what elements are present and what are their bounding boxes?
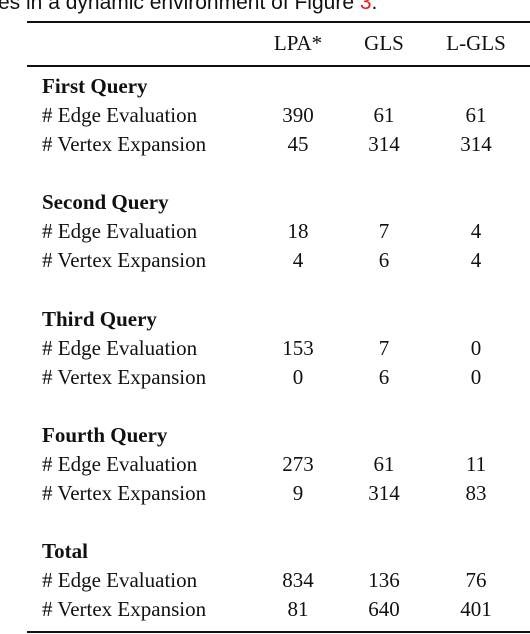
cell-lpa-star: 0 xyxy=(292,365,304,389)
table-caption: es in a dynamic environment of Figure 3. xyxy=(0,0,377,15)
row-label: # Vertex Expansion xyxy=(42,597,207,621)
row-label: # Edge Evaluation xyxy=(42,103,198,127)
cell-l-gls: 61 xyxy=(465,103,487,127)
table-header-rule xyxy=(27,65,530,67)
row-label: # Edge Evaluation xyxy=(42,568,198,592)
table-row: # Edge Evaluation 153 7 0 xyxy=(0,334,530,363)
cell-gls: 61 xyxy=(373,452,395,476)
cell-l-gls: 0 xyxy=(470,336,482,360)
cell-gls: 314 xyxy=(368,481,400,505)
table-row: # Edge Evaluation 273 61 11 xyxy=(0,450,530,479)
row-label: # Vertex Expansion xyxy=(42,248,207,272)
caption-text: es in a dynamic environment of Figure xyxy=(0,0,360,14)
cell-l-gls: 83 xyxy=(465,481,487,505)
cell-gls: 6 xyxy=(378,365,390,389)
cell-lpa-star: 9 xyxy=(292,481,304,505)
cell-lpa-star: 153 xyxy=(282,336,314,360)
column-header-lpa-star: LPA* xyxy=(273,31,323,55)
cell-lpa-star: 4 xyxy=(292,248,304,272)
cell-gls: 136 xyxy=(368,568,400,592)
cell-l-gls: 401 xyxy=(460,597,492,621)
row-label: # Edge Evaluation xyxy=(42,336,198,360)
section-title: Fourth Query xyxy=(42,423,168,447)
row-label: # Vertex Expansion xyxy=(42,132,207,156)
row-label: # Edge Evaluation xyxy=(42,219,198,243)
table-row: # Vertex Expansion 9 314 83 xyxy=(0,479,530,508)
cell-lpa-star: 390 xyxy=(282,103,314,127)
column-header-l-gls: L-GLS xyxy=(446,31,506,55)
cell-lpa-star: 273 xyxy=(282,452,314,476)
table-row: # Edge Evaluation 390 61 61 xyxy=(0,101,530,130)
cell-lpa-star: 45 xyxy=(287,132,309,156)
table-row: # Edge Evaluation 18 7 4 xyxy=(0,217,530,246)
table-row: # Vertex Expansion 81 640 401 xyxy=(0,595,530,624)
column-header-gls: GLS xyxy=(364,31,404,55)
cell-lpa-star: 834 xyxy=(282,568,314,592)
table-row: # Vertex Expansion 0 6 0 xyxy=(0,363,530,392)
cell-l-gls: 76 xyxy=(465,568,487,592)
table-top-rule xyxy=(27,21,530,23)
section-title: Total xyxy=(42,539,88,563)
cell-l-gls: 11 xyxy=(465,452,487,476)
row-label: # Vertex Expansion xyxy=(42,481,207,505)
cell-l-gls: 0 xyxy=(470,365,482,389)
cell-gls: 314 xyxy=(368,132,400,156)
cell-l-gls: 314 xyxy=(460,132,492,156)
row-label: # Vertex Expansion xyxy=(42,365,207,389)
section-title: First Query xyxy=(42,74,148,98)
table-row: # Vertex Expansion 45 314 314 xyxy=(0,130,530,159)
cell-gls: 61 xyxy=(373,103,395,127)
cell-lpa-star: 18 xyxy=(287,219,309,243)
section-title: Second Query xyxy=(42,190,169,214)
cell-gls: 6 xyxy=(378,248,390,272)
cell-l-gls: 4 xyxy=(470,219,482,243)
section-title: Third Query xyxy=(42,307,157,331)
row-label: # Edge Evaluation xyxy=(42,452,198,476)
table-row: # Vertex Expansion 4 6 4 xyxy=(0,246,530,275)
table-bottom-rule xyxy=(27,631,530,633)
cell-l-gls: 4 xyxy=(470,248,482,272)
cell-gls: 7 xyxy=(378,336,390,360)
cell-lpa-star: 81 xyxy=(287,597,309,621)
figure-reference-link[interactable]: 3 xyxy=(360,0,372,14)
caption-period: . xyxy=(371,0,378,14)
cell-gls: 7 xyxy=(378,219,390,243)
table-row: # Edge Evaluation 834 136 76 xyxy=(0,566,530,595)
cell-gls: 640 xyxy=(368,597,400,621)
